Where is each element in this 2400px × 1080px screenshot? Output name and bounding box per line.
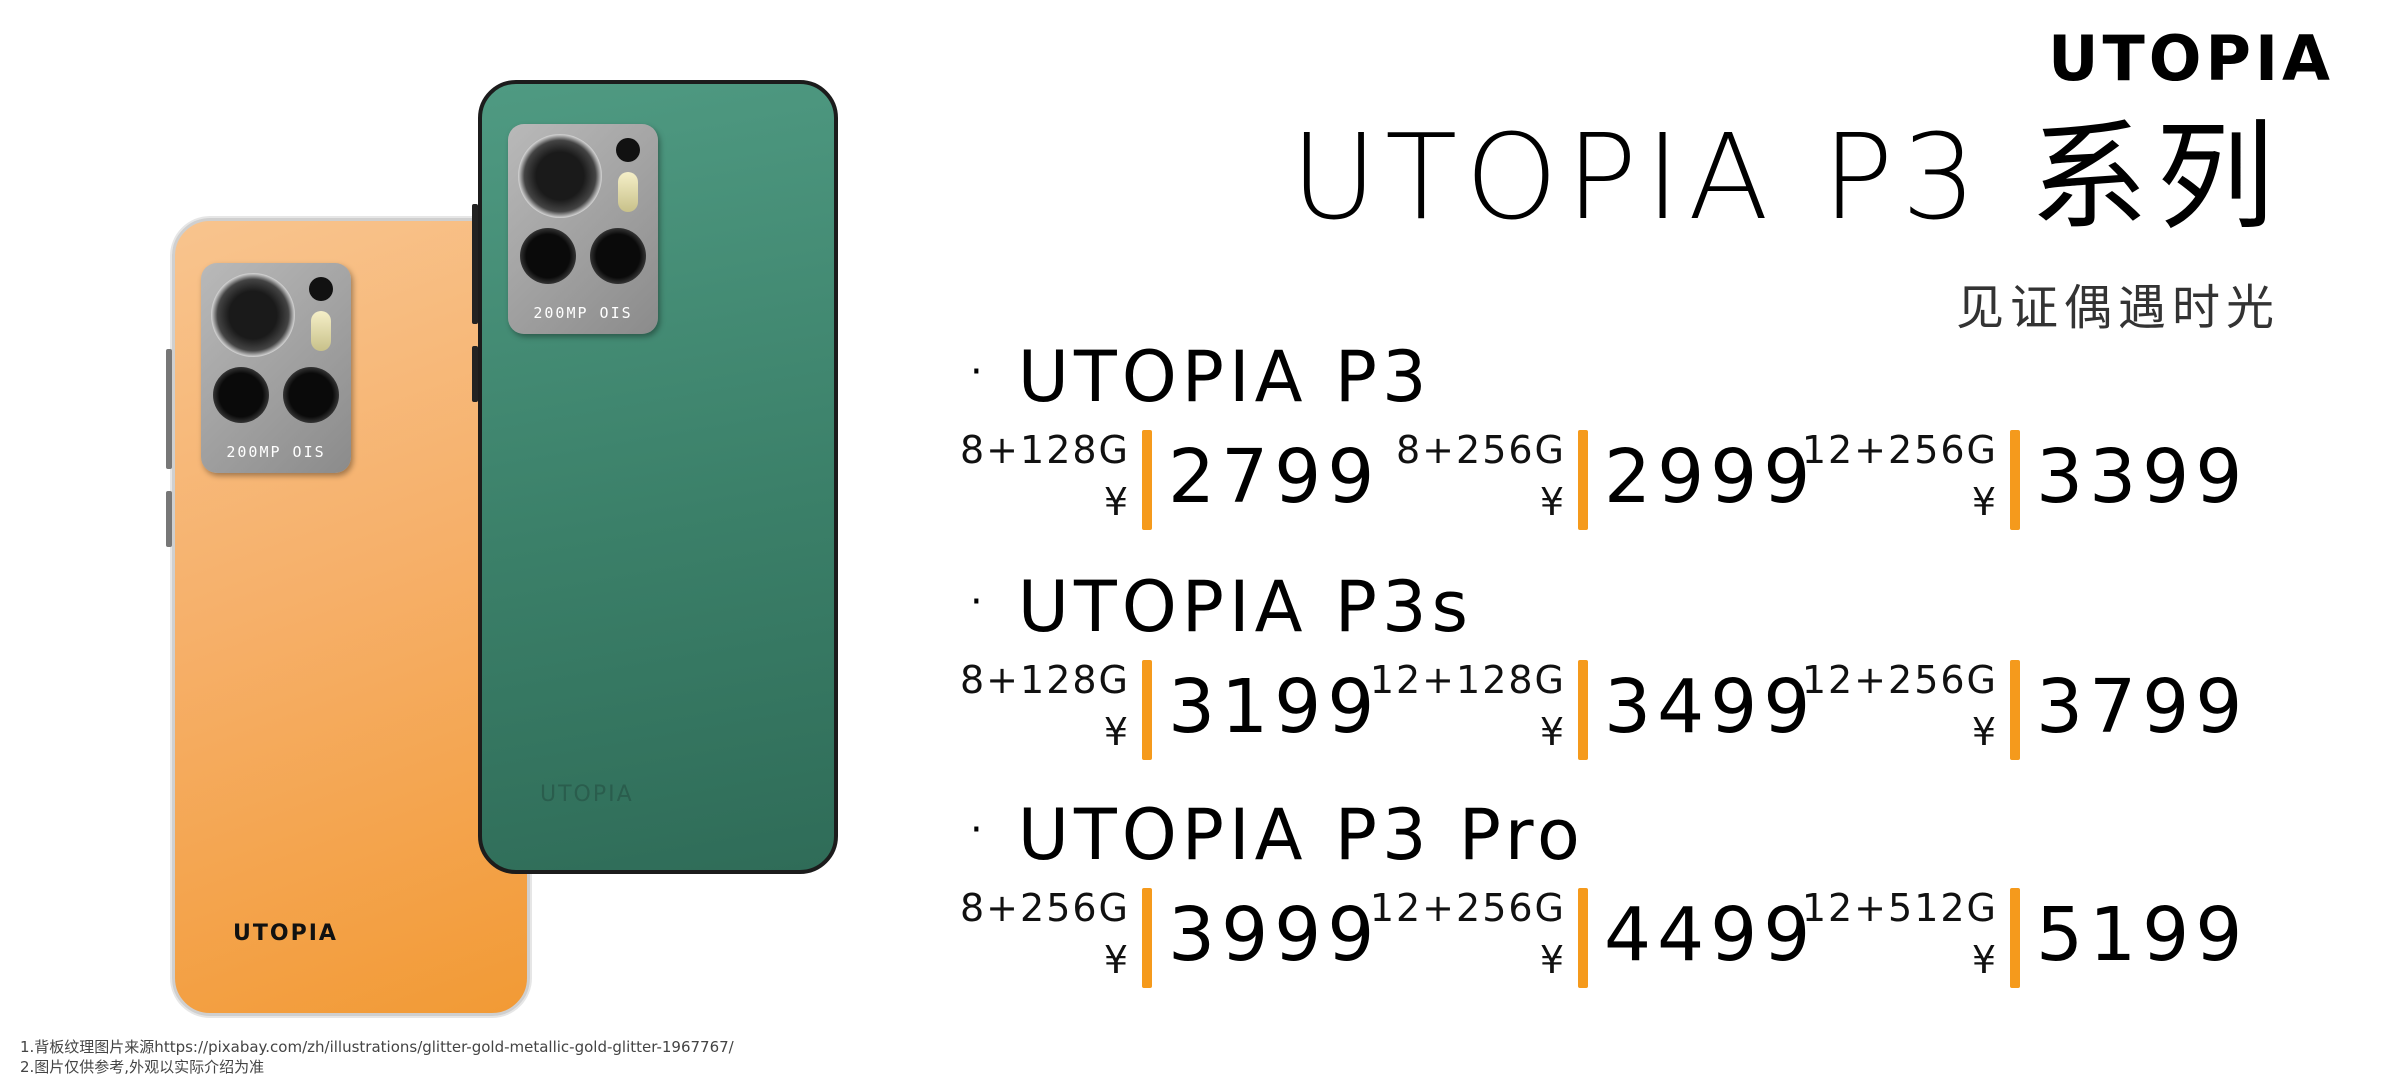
price-item: 8+256G ¥ 2999 xyxy=(1396,428,1836,538)
price-value: 4499 xyxy=(1604,892,1817,978)
bullet-dot: · xyxy=(970,578,988,625)
flash xyxy=(618,172,638,212)
price-item: 8+256G ¥ 3999 xyxy=(960,886,1400,996)
price-item: 12+512G ¥ 5199 xyxy=(1802,886,2268,996)
price-value: 3499 xyxy=(1604,664,1817,750)
accent-bar xyxy=(2010,430,2020,530)
currency-symbol: ¥ xyxy=(1971,710,1996,754)
price-value: 5199 xyxy=(2036,892,2249,978)
page-subtitle: 见证偶遇时光 xyxy=(1955,280,2280,336)
price-item: 8+128G ¥ 2799 xyxy=(960,428,1400,538)
series-name: · UTOPIA P3 xyxy=(970,342,1432,412)
camera-label: 200MP OIS xyxy=(226,443,326,461)
side-button xyxy=(472,204,478,324)
storage-spec: 8+128G xyxy=(960,428,1130,472)
currency-symbol: ¥ xyxy=(1539,710,1564,754)
tertiary-camera-lens xyxy=(283,367,339,423)
brand-logo: UTOPIA xyxy=(2048,22,2334,95)
price-item: 12+256G ¥ 4499 xyxy=(1370,886,1836,996)
price-row: 8+256G ¥ 3999 12+256G ¥ 4499 12+512G ¥ 5… xyxy=(960,886,2270,996)
price-value: 3799 xyxy=(2036,664,2249,750)
sensor xyxy=(309,277,333,301)
accent-bar xyxy=(1578,888,1588,988)
currency-symbol: ¥ xyxy=(1539,938,1564,982)
accent-bar xyxy=(1142,888,1152,988)
series-name: · UTOPIA P3 Pro xyxy=(970,800,1585,870)
accent-bar xyxy=(2010,888,2020,988)
side-button xyxy=(166,349,172,469)
bullet-dot: · xyxy=(970,806,988,853)
bullet-dot: · xyxy=(970,348,988,395)
phone-green-back: 200MP OIS UTOPIA xyxy=(472,80,838,874)
price-item: 12+256G ¥ 3399 xyxy=(1802,428,2268,538)
price-item: 8+128G ¥ 3199 xyxy=(960,658,1400,768)
price-value: 2999 xyxy=(1604,434,1817,520)
main-camera-lens xyxy=(211,273,295,357)
page-title: UTOPIA P3 系列 xyxy=(1290,108,2282,246)
accent-bar xyxy=(2010,660,2020,760)
main-camera-lens xyxy=(518,134,602,218)
currency-symbol: ¥ xyxy=(1971,480,1996,524)
series-name-label: UTOPIA P3 Pro xyxy=(1017,794,1585,876)
price-row: 8+128G ¥ 2799 8+256G ¥ 2999 12+256G ¥ 33… xyxy=(960,428,2270,538)
accent-bar xyxy=(1578,430,1588,530)
camera-module: 200MP OIS xyxy=(201,263,351,473)
price-row: 8+128G ¥ 3199 12+128G ¥ 3499 12+256G ¥ 3… xyxy=(960,658,2270,768)
storage-spec: 8+256G xyxy=(960,886,1130,930)
footnote-source: 1.背板纹理图片来源https://pixabay.com/zh/illustr… xyxy=(20,1038,734,1056)
tertiary-camera-lens xyxy=(590,228,646,284)
currency-symbol: ¥ xyxy=(1539,480,1564,524)
sensor xyxy=(616,138,640,162)
camera-module: 200MP OIS xyxy=(508,124,658,334)
side-button xyxy=(166,491,172,547)
series-name-label: UTOPIA P3 xyxy=(1017,336,1432,418)
storage-spec: 12+128G xyxy=(1369,658,1566,702)
series-name: · UTOPIA P3s xyxy=(970,572,1473,642)
storage-spec: 12+256G xyxy=(1369,886,1566,930)
side-button xyxy=(472,346,478,402)
price-value: 3399 xyxy=(2036,434,2249,520)
storage-spec: 8+128G xyxy=(960,658,1130,702)
camera-label: 200MP OIS xyxy=(533,304,633,322)
footnote-disclaimer: 2.图片仅供参考,外观以实际介绍为准 xyxy=(20,1058,265,1076)
phone-logo: UTOPIA xyxy=(233,921,338,946)
storage-spec: 12+256G xyxy=(1801,428,1998,472)
price-value: 3199 xyxy=(1168,664,1381,750)
currency-symbol: ¥ xyxy=(1103,480,1128,524)
storage-spec: 12+512G xyxy=(1801,886,1998,930)
secondary-camera-lens xyxy=(213,367,269,423)
phone-orange-back: 200MP OIS UTOPIA xyxy=(166,218,530,1016)
flash xyxy=(311,311,331,351)
price-value: 3999 xyxy=(1168,892,1381,978)
storage-spec: 12+256G xyxy=(1801,658,1998,702)
secondary-camera-lens xyxy=(520,228,576,284)
currency-symbol: ¥ xyxy=(1103,938,1128,982)
phone-logo: UTOPIA xyxy=(540,782,634,807)
accent-bar xyxy=(1142,430,1152,530)
price-item: 12+128G ¥ 3499 xyxy=(1370,658,1836,768)
accent-bar xyxy=(1142,660,1152,760)
currency-symbol: ¥ xyxy=(1971,938,1996,982)
price-value: 2799 xyxy=(1168,434,1381,520)
currency-symbol: ¥ xyxy=(1103,710,1128,754)
price-item: 12+256G ¥ 3799 xyxy=(1802,658,2268,768)
accent-bar xyxy=(1578,660,1588,760)
series-name-label: UTOPIA P3s xyxy=(1017,566,1474,648)
storage-spec: 8+256G xyxy=(1396,428,1566,472)
